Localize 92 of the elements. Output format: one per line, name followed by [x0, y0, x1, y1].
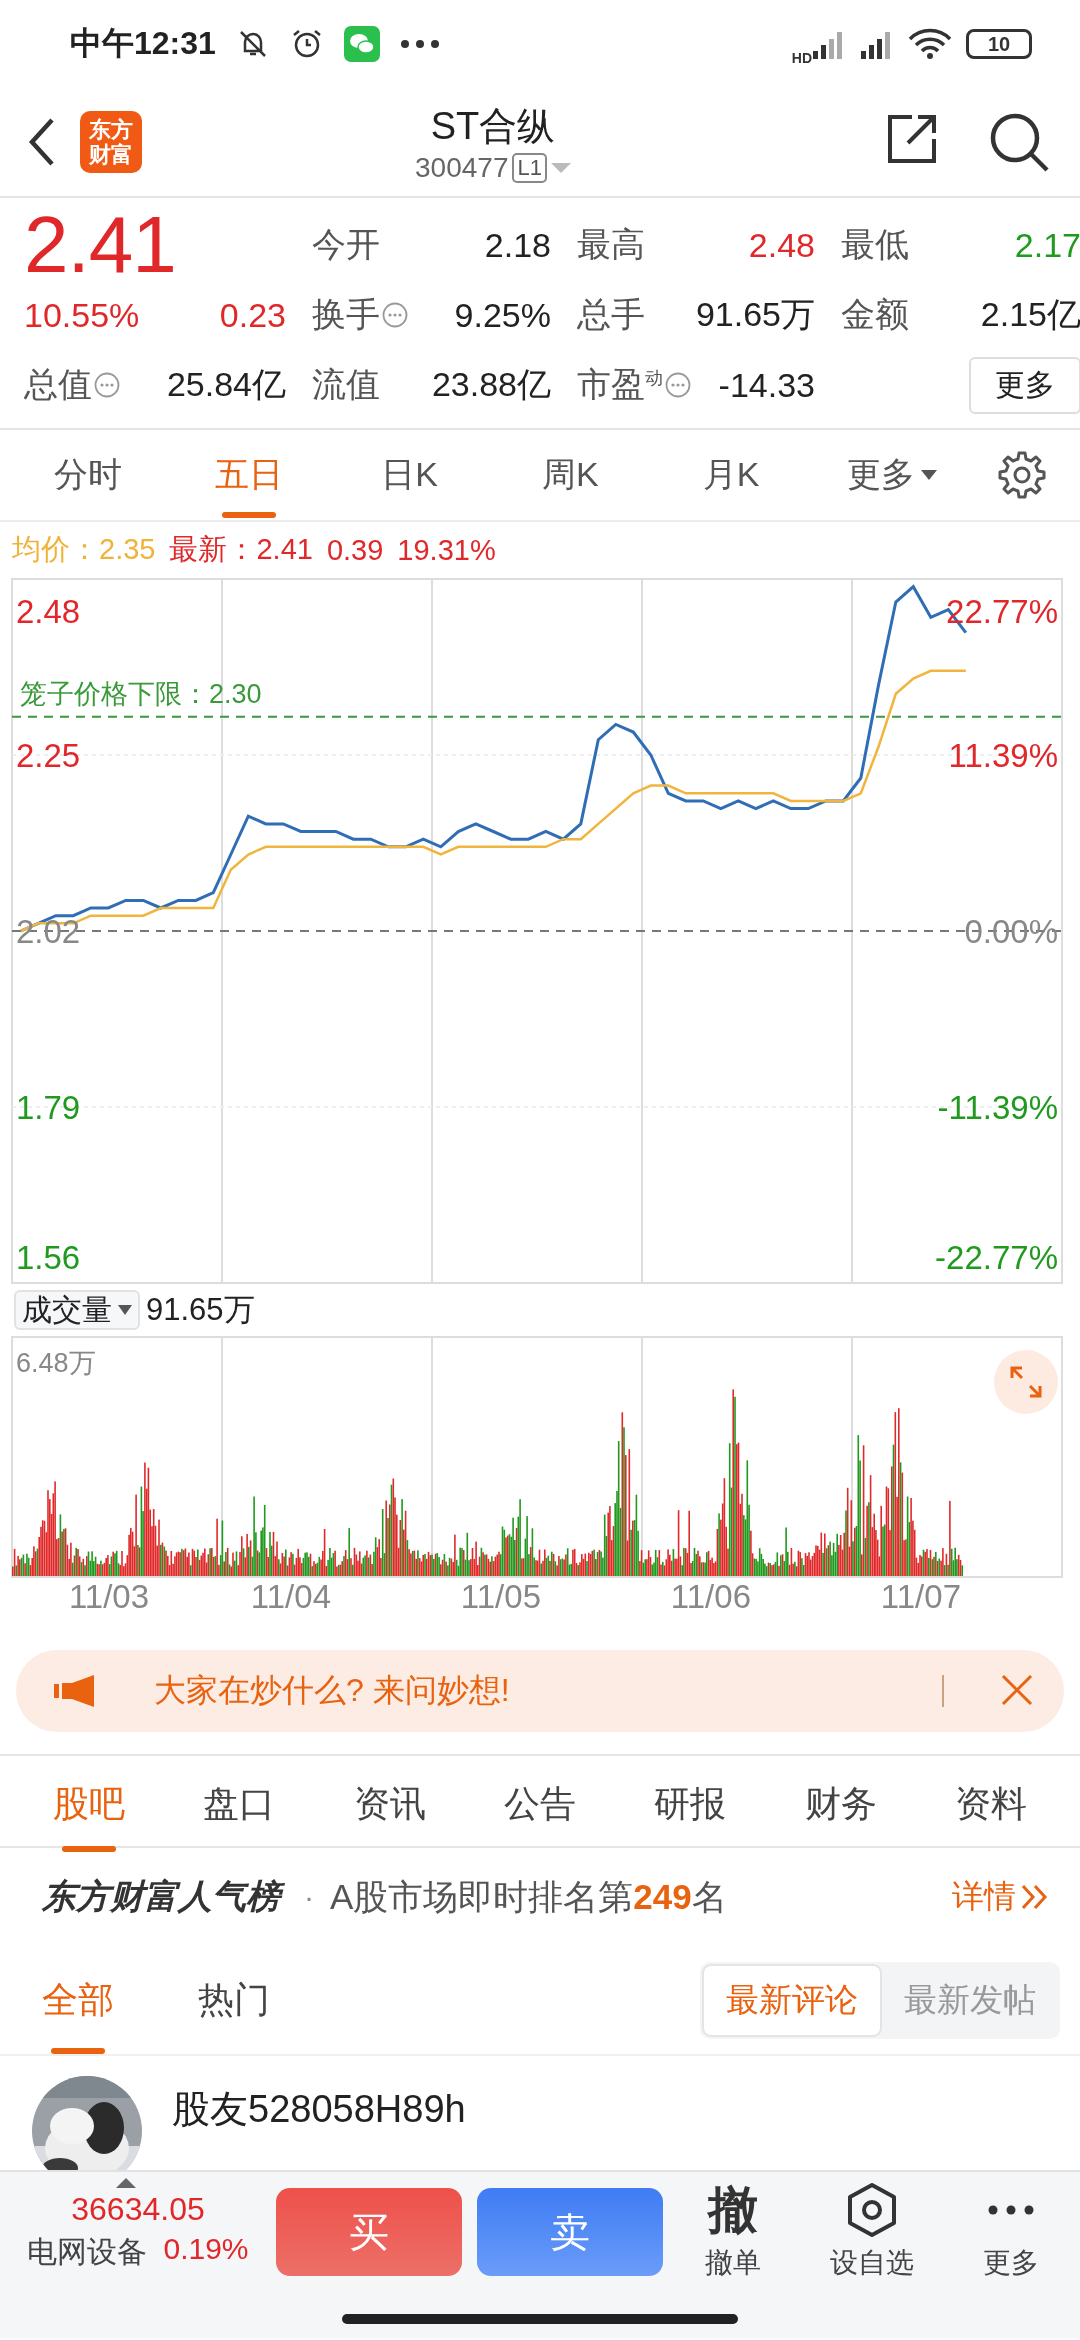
more-dots-icon — [987, 2205, 1034, 2215]
feed-tab[interactable]: 热门 — [198, 1962, 270, 2054]
info-icon[interactable] — [665, 372, 691, 398]
caret-icon[interactable] — [550, 160, 571, 175]
stat-label: 最低 — [841, 224, 909, 265]
wifi-icon — [908, 28, 952, 60]
settings-icon[interactable] — [997, 450, 1047, 500]
stat-label: 总值 — [24, 364, 92, 405]
battery-level: 10 — [966, 29, 1032, 59]
chart-tab[interactable]: 周K — [542, 440, 599, 518]
volume-total: 91.65万 — [146, 1291, 255, 1329]
stat-value: 2.48 — [748, 225, 815, 265]
percent-tick: 11.39% — [948, 737, 1058, 774]
ranking-text: A股市场即时排名第249名 — [330, 1875, 728, 1918]
date-label: 11/05 — [460, 1578, 541, 1617]
index-change: 0.19% — [163, 2232, 249, 2267]
stat-label: 流值 — [312, 364, 380, 405]
cancel-glyph: 撤 — [707, 2182, 758, 2238]
chart-tab[interactable]: 月K — [702, 440, 760, 518]
percent-tick: -22.77% — [935, 1239, 1058, 1276]
section-tab[interactable]: 财务 — [804, 1768, 877, 1852]
latest-change: 0.39 — [326, 533, 384, 567]
caret-icon — [118, 1305, 132, 1315]
ranking-brand: 东方财富人气榜 — [42, 1874, 288, 1920]
change-percent: 10.55% — [24, 295, 140, 335]
date-label: 11/06 — [670, 1578, 751, 1617]
section-tab[interactable]: 公告 — [504, 1768, 576, 1852]
close-icon — [1000, 1672, 1034, 1707]
stat-value: 9.25% — [454, 295, 551, 335]
info-icon[interactable] — [94, 372, 120, 398]
hexagon-icon — [845, 2182, 898, 2238]
stat-value: 2.15亿 — [980, 294, 1080, 335]
volume-selector[interactable]: 成交量 — [14, 1290, 140, 1330]
banner-text: 大家在炒什么? 来问妙想! — [154, 1671, 511, 1710]
stat-label: 今开 — [312, 224, 380, 265]
caret-up-icon[interactable] — [116, 2178, 136, 2188]
price-tick: 1.56 — [16, 1239, 81, 1276]
date-label: 11/04 — [250, 1578, 331, 1617]
latest-price: 最新：2.41 — [169, 532, 313, 567]
chat-app-icon — [343, 26, 380, 62]
last-price: 2.41 — [24, 210, 177, 280]
percent-tick: -11.39% — [937, 1089, 1058, 1126]
app-logo: 东方 财富 — [80, 111, 142, 173]
level-badge: L1 — [512, 152, 547, 183]
chart-tab[interactable]: 日K — [381, 440, 438, 518]
date-label: 11/03 — [68, 1578, 150, 1617]
stat-value: 25.84亿 — [166, 364, 286, 405]
chart-tab[interactable]: 更多 — [846, 440, 937, 518]
index-value: 36634.05 — [71, 2191, 205, 2228]
section-tab[interactable]: 盘口 — [203, 1768, 276, 1852]
section-tab[interactable]: 资料 — [954, 1768, 1027, 1852]
percent-tick: 22.77% — [946, 593, 1058, 630]
network-label: HD — [791, 50, 812, 66]
stock-title: ST合纵 — [430, 103, 556, 149]
price-tick: 1.79 — [16, 1089, 81, 1126]
more-button[interactable]: 更多 — [969, 356, 1080, 414]
separator-dot: · — [304, 1880, 314, 1914]
stat-value: 23.88亿 — [431, 364, 551, 405]
toolbar-action[interactable]: 更多 — [941, 2182, 1080, 2282]
stat-value: 91.65万 — [695, 294, 815, 335]
info-icon[interactable] — [382, 302, 408, 328]
change-amount: 0.23 — [219, 295, 286, 335]
stat-label: 总手 — [577, 294, 645, 335]
volume-max-label: 6.48万 — [16, 1348, 96, 1378]
stat-label: 换手 — [312, 294, 380, 335]
stat-label: 最高 — [577, 224, 645, 265]
chart-tab[interactable]: 分时 — [54, 440, 123, 518]
section-tab[interactable]: 资讯 — [353, 1768, 426, 1852]
average-price: 均价：2.35 — [12, 532, 156, 567]
double-chevron-icon — [1020, 1882, 1050, 1912]
stat-label: 金额 — [841, 294, 909, 335]
user-name: 股友528058H89h — [172, 2087, 466, 2132]
price-tick: 2.48 — [16, 593, 81, 630]
latest-change-percent: 19.31% — [397, 533, 496, 567]
price-tick: 2.25 — [16, 737, 81, 774]
stat-value: -14.33 — [718, 365, 815, 405]
stat-value: 2.17 — [1014, 225, 1080, 265]
toolbar-action[interactable]: 设自选 — [802, 2182, 941, 2282]
search-icon[interactable] — [988, 111, 1050, 173]
section-tab[interactable]: 研报 — [654, 1768, 727, 1852]
stock-code: 300477 — [415, 151, 509, 184]
index-name: 电网设备 — [27, 2234, 148, 2270]
more-dots-icon — [399, 39, 440, 49]
stat-label: 市盈$^{动}$ — [577, 364, 663, 405]
toolbar-action[interactable]: 撤 撤单 — [663, 2182, 802, 2282]
price-limit-label: 笼子价格下限：2.30 — [20, 678, 262, 709]
expand-icon — [1009, 1365, 1043, 1399]
status-time: 中午12:31 — [70, 24, 216, 63]
date-label: 11/07 — [880, 1578, 961, 1617]
caret-icon — [920, 469, 937, 481]
stat-value: 2.18 — [484, 225, 551, 265]
percent-tick: 0.00% — [964, 913, 1058, 950]
